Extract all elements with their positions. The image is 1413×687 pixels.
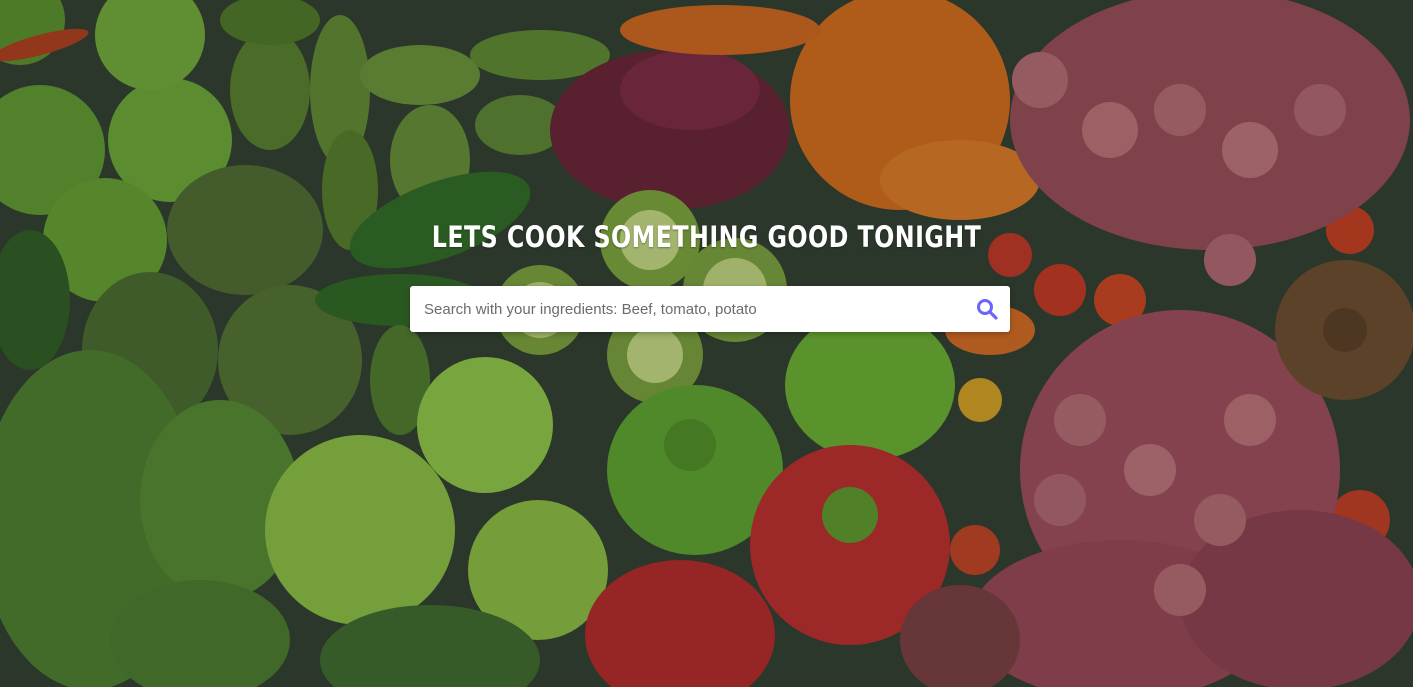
hero-headline: LETS COOK SOMETHING GOOD TONIGHT xyxy=(431,220,982,254)
hero-section: LETS COOK SOMETHING GOOD TONIGHT xyxy=(0,0,1413,687)
search-icon xyxy=(977,299,998,320)
search-button[interactable] xyxy=(974,296,1000,322)
search-bar xyxy=(410,286,1010,332)
search-input[interactable] xyxy=(424,286,964,332)
dark-overlay xyxy=(0,0,1413,687)
